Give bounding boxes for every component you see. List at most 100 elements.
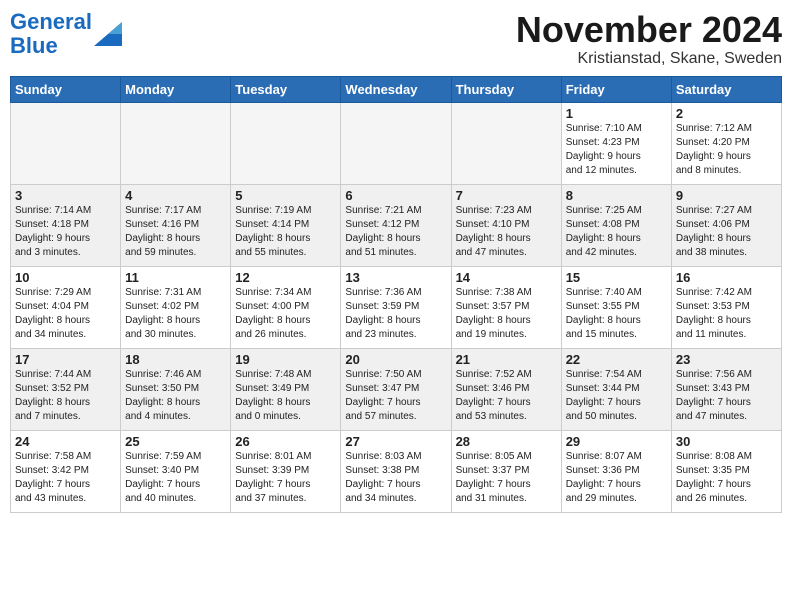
calendar-cell: 26Sunrise: 8:01 AM Sunset: 3:39 PM Dayli… xyxy=(231,430,341,512)
col-tuesday: Tuesday xyxy=(231,76,341,102)
calendar-cell: 16Sunrise: 7:42 AM Sunset: 3:53 PM Dayli… xyxy=(671,266,781,348)
day-info: Sunrise: 7:34 AM Sunset: 4:00 PM Dayligh… xyxy=(235,286,336,342)
day-number: 14 xyxy=(456,270,557,285)
day-number: 12 xyxy=(235,270,336,285)
day-info: Sunrise: 7:19 AM Sunset: 4:14 PM Dayligh… xyxy=(235,204,336,260)
calendar-cell: 18Sunrise: 7:46 AM Sunset: 3:50 PM Dayli… xyxy=(121,348,231,430)
calendar-cell: 21Sunrise: 7:52 AM Sunset: 3:46 PM Dayli… xyxy=(451,348,561,430)
day-info: Sunrise: 7:10 AM Sunset: 4:23 PM Dayligh… xyxy=(566,122,667,178)
day-number: 28 xyxy=(456,434,557,449)
calendar-week-2: 3Sunrise: 7:14 AM Sunset: 4:18 PM Daylig… xyxy=(11,184,782,266)
col-monday: Monday xyxy=(121,76,231,102)
calendar-table: Sunday Monday Tuesday Wednesday Thursday… xyxy=(10,76,782,513)
day-number: 7 xyxy=(456,188,557,203)
calendar-week-3: 10Sunrise: 7:29 AM Sunset: 4:04 PM Dayli… xyxy=(11,266,782,348)
day-info: Sunrise: 7:14 AM Sunset: 4:18 PM Dayligh… xyxy=(15,204,116,260)
calendar-cell: 15Sunrise: 7:40 AM Sunset: 3:55 PM Dayli… xyxy=(561,266,671,348)
logo-icon xyxy=(94,22,122,46)
calendar-week-1: 1Sunrise: 7:10 AM Sunset: 4:23 PM Daylig… xyxy=(11,102,782,184)
day-number: 29 xyxy=(566,434,667,449)
calendar-cell: 29Sunrise: 8:07 AM Sunset: 3:36 PM Dayli… xyxy=(561,430,671,512)
day-number: 11 xyxy=(125,270,226,285)
day-number: 8 xyxy=(566,188,667,203)
calendar-cell: 12Sunrise: 7:34 AM Sunset: 4:00 PM Dayli… xyxy=(231,266,341,348)
day-number: 23 xyxy=(676,352,777,367)
day-number: 19 xyxy=(235,352,336,367)
day-info: Sunrise: 7:25 AM Sunset: 4:08 PM Dayligh… xyxy=(566,204,667,260)
calendar-cell: 24Sunrise: 7:58 AM Sunset: 3:42 PM Dayli… xyxy=(11,430,121,512)
day-info: Sunrise: 7:46 AM Sunset: 3:50 PM Dayligh… xyxy=(125,368,226,424)
day-info: Sunrise: 7:40 AM Sunset: 3:55 PM Dayligh… xyxy=(566,286,667,342)
day-info: Sunrise: 7:31 AM Sunset: 4:02 PM Dayligh… xyxy=(125,286,226,342)
day-info: Sunrise: 7:58 AM Sunset: 3:42 PM Dayligh… xyxy=(15,450,116,506)
day-number: 27 xyxy=(345,434,446,449)
calendar-cell: 13Sunrise: 7:36 AM Sunset: 3:59 PM Dayli… xyxy=(341,266,451,348)
col-wednesday: Wednesday xyxy=(341,76,451,102)
day-info: Sunrise: 7:56 AM Sunset: 3:43 PM Dayligh… xyxy=(676,368,777,424)
day-info: Sunrise: 7:54 AM Sunset: 3:44 PM Dayligh… xyxy=(566,368,667,424)
calendar-cell: 19Sunrise: 7:48 AM Sunset: 3:49 PM Dayli… xyxy=(231,348,341,430)
day-number: 9 xyxy=(676,188,777,203)
day-number: 26 xyxy=(235,434,336,449)
page-container: General Blue November 2024 Kristianstad,… xyxy=(0,0,792,518)
day-info: Sunrise: 7:44 AM Sunset: 3:52 PM Dayligh… xyxy=(15,368,116,424)
calendar-cell: 10Sunrise: 7:29 AM Sunset: 4:04 PM Dayli… xyxy=(11,266,121,348)
day-number: 6 xyxy=(345,188,446,203)
day-number: 30 xyxy=(676,434,777,449)
calendar-cell: 4Sunrise: 7:17 AM Sunset: 4:16 PM Daylig… xyxy=(121,184,231,266)
day-info: Sunrise: 8:08 AM Sunset: 3:35 PM Dayligh… xyxy=(676,450,777,506)
day-number: 21 xyxy=(456,352,557,367)
day-number: 13 xyxy=(345,270,446,285)
day-number: 25 xyxy=(125,434,226,449)
day-number: 24 xyxy=(15,434,116,449)
calendar-cell xyxy=(231,102,341,184)
calendar-cell: 6Sunrise: 7:21 AM Sunset: 4:12 PM Daylig… xyxy=(341,184,451,266)
month-title: November 2024 xyxy=(516,10,782,50)
col-thursday: Thursday xyxy=(451,76,561,102)
calendar-cell xyxy=(451,102,561,184)
page-header: General Blue November 2024 Kristianstad,… xyxy=(10,10,782,68)
day-info: Sunrise: 7:23 AM Sunset: 4:10 PM Dayligh… xyxy=(456,204,557,260)
day-number: 20 xyxy=(345,352,446,367)
day-info: Sunrise: 7:17 AM Sunset: 4:16 PM Dayligh… xyxy=(125,204,226,260)
day-info: Sunrise: 7:21 AM Sunset: 4:12 PM Dayligh… xyxy=(345,204,446,260)
col-saturday: Saturday xyxy=(671,76,781,102)
calendar-cell: 14Sunrise: 7:38 AM Sunset: 3:57 PM Dayli… xyxy=(451,266,561,348)
day-info: Sunrise: 7:50 AM Sunset: 3:47 PM Dayligh… xyxy=(345,368,446,424)
day-number: 4 xyxy=(125,188,226,203)
calendar-cell: 20Sunrise: 7:50 AM Sunset: 3:47 PM Dayli… xyxy=(341,348,451,430)
day-info: Sunrise: 7:38 AM Sunset: 3:57 PM Dayligh… xyxy=(456,286,557,342)
day-info: Sunrise: 8:05 AM Sunset: 3:37 PM Dayligh… xyxy=(456,450,557,506)
day-number: 15 xyxy=(566,270,667,285)
day-number: 16 xyxy=(676,270,777,285)
day-number: 1 xyxy=(566,106,667,121)
calendar-cell: 7Sunrise: 7:23 AM Sunset: 4:10 PM Daylig… xyxy=(451,184,561,266)
col-sunday: Sunday xyxy=(11,76,121,102)
calendar-cell: 2Sunrise: 7:12 AM Sunset: 4:20 PM Daylig… xyxy=(671,102,781,184)
calendar-cell: 22Sunrise: 7:54 AM Sunset: 3:44 PM Dayli… xyxy=(561,348,671,430)
calendar-cell xyxy=(341,102,451,184)
day-info: Sunrise: 7:12 AM Sunset: 4:20 PM Dayligh… xyxy=(676,122,777,178)
calendar-cell: 17Sunrise: 7:44 AM Sunset: 3:52 PM Dayli… xyxy=(11,348,121,430)
day-info: Sunrise: 8:07 AM Sunset: 3:36 PM Dayligh… xyxy=(566,450,667,506)
calendar-cell: 8Sunrise: 7:25 AM Sunset: 4:08 PM Daylig… xyxy=(561,184,671,266)
day-info: Sunrise: 7:52 AM Sunset: 3:46 PM Dayligh… xyxy=(456,368,557,424)
day-info: Sunrise: 7:27 AM Sunset: 4:06 PM Dayligh… xyxy=(676,204,777,260)
location-title: Kristianstad, Skane, Sweden xyxy=(516,50,782,68)
title-block: November 2024 Kristianstad, Skane, Swede… xyxy=(516,10,782,68)
calendar-cell xyxy=(11,102,121,184)
calendar-cell: 30Sunrise: 8:08 AM Sunset: 3:35 PM Dayli… xyxy=(671,430,781,512)
day-info: Sunrise: 7:36 AM Sunset: 3:59 PM Dayligh… xyxy=(345,286,446,342)
col-friday: Friday xyxy=(561,76,671,102)
calendar-cell xyxy=(121,102,231,184)
calendar-cell: 27Sunrise: 8:03 AM Sunset: 3:38 PM Dayli… xyxy=(341,430,451,512)
calendar-cell: 3Sunrise: 7:14 AM Sunset: 4:18 PM Daylig… xyxy=(11,184,121,266)
calendar-week-5: 24Sunrise: 7:58 AM Sunset: 3:42 PM Dayli… xyxy=(11,430,782,512)
day-info: Sunrise: 8:01 AM Sunset: 3:39 PM Dayligh… xyxy=(235,450,336,506)
day-number: 18 xyxy=(125,352,226,367)
day-info: Sunrise: 7:59 AM Sunset: 3:40 PM Dayligh… xyxy=(125,450,226,506)
logo-text: General Blue xyxy=(10,10,92,58)
day-info: Sunrise: 7:48 AM Sunset: 3:49 PM Dayligh… xyxy=(235,368,336,424)
calendar-cell: 9Sunrise: 7:27 AM Sunset: 4:06 PM Daylig… xyxy=(671,184,781,266)
day-number: 22 xyxy=(566,352,667,367)
